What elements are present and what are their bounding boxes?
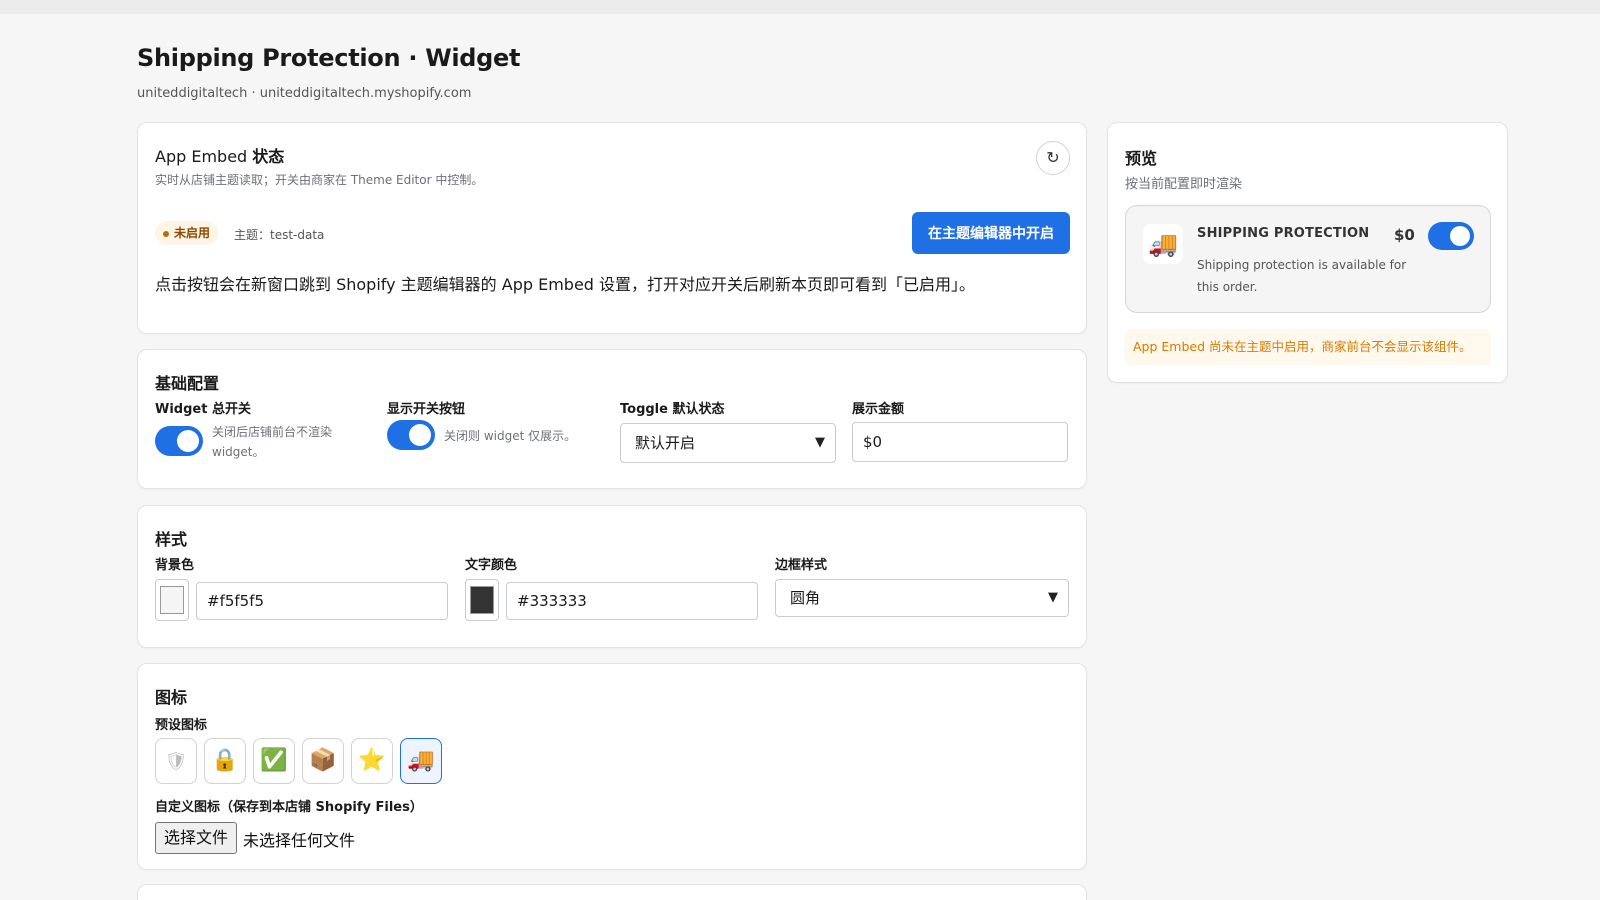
toggle-default-value: 默认开启 [635,434,696,452]
text-color-input[interactable]: #333333 [506,582,758,620]
show-toggle-help: 关闭则 widget 仅展示。 [444,429,577,443]
bg-color-swatch [160,586,184,614]
preset-truck-button[interactable]: 🚚 [400,738,442,784]
refresh-icon: ↻ [1046,148,1060,167]
style-card: 样式 背景色 #f5f5f5 文字颜色 #333333 边框样式 圆角 ▼ [137,505,1087,648]
toggle-knob [1450,226,1470,246]
widget-description: Shipping protection is available for thi… [1197,258,1407,294]
style-title: 样式 [155,530,188,549]
star-icon: ⭐ [358,748,386,773]
choose-file-button[interactable]: 选择文件 [155,822,238,854]
text-color-value: #333333 [517,592,587,610]
next-card [137,884,1087,900]
amount-value: $0 [863,433,883,451]
show-toggle-label: 显示开关按钮 [387,402,466,417]
theme-label: 主题：test-data [234,228,325,242]
widget-switch-toggle[interactable] [155,426,203,456]
check-icon: ✅ [260,748,288,773]
show-toggle-switch[interactable] [387,420,435,450]
border-style-select[interactable]: 圆角 ▼ [775,579,1069,617]
bg-color-label: 背景色 [155,558,195,573]
text-color-picker[interactable] [465,579,499,621]
bg-color-picker[interactable] [155,579,189,621]
toggle-knob [177,430,199,452]
text-color-swatch [470,586,494,614]
preset-star-button[interactable]: ⭐ [351,738,393,784]
toggle-default-select[interactable]: 默认开启 ▼ [620,423,836,463]
preview-subtitle: 按当前配置即时渲染 [1125,177,1243,192]
preset-lock-button[interactable]: 🔒 [204,738,246,784]
shop-domain: uniteddigitaltech · uniteddigitaltech.my… [137,86,472,101]
shield-icon: 🛡 [164,751,188,772]
chevron-down-icon: ▼ [815,435,825,450]
status-badge: 未启用 [155,221,219,245]
preset-check-button[interactable]: ✅ [253,738,295,784]
chevron-down-icon: ▼ [1048,590,1058,605]
app-embed-title-suffix: 状态 [252,147,285,166]
app-embed-description: 实时从店铺主题读取；开关由商家在 Theme Editor 中控制。 [155,173,484,187]
custom-icon-label: 自定义图标（保存到本店铺 Shopify Files） [155,800,423,815]
status-badge-label: 未启用 [174,226,211,240]
app-embed-title-prefix: App Embed [155,147,253,166]
icon-card: 图标 预设图标 🛡 🔒 ✅ 📦 ⭐ 🚚 自定义图标（保存到本店铺 Shopify… [137,663,1087,870]
preset-icons-label: 预设图标 [155,718,208,733]
border-style-label: 边框样式 [775,558,828,573]
lock-icon: 🔒 [211,748,239,773]
icon-title: 图标 [155,688,188,707]
widget-preview-toggle[interactable] [1428,222,1474,250]
text-color-label: 文字颜色 [465,558,518,573]
amount-input[interactable]: $0 [852,422,1068,462]
app-embed-title: App Embed 状态 [155,143,284,167]
status-dot-icon [163,230,169,237]
refresh-button[interactable]: ↻ [1036,141,1070,175]
toggle-default-label: Toggle 默认状态 [620,402,725,417]
app-embed-note: 点击按钮会在新窗口跳到 Shopify 主题编辑器的 App Embed 设置，… [155,275,976,294]
toggle-knob [409,424,431,446]
amount-label: 展示金额 [852,402,905,417]
app-embed-card: App Embed 状态 实时从店铺主题读取；开关由商家在 Theme Edit… [137,122,1087,334]
open-theme-editor-button[interactable]: 在主题编辑器中开启 [912,212,1070,254]
basic-config-title: 基础配置 [155,374,220,393]
basic-config-card: 基础配置 Widget 总开关 关闭后店铺前台不渲染 widget。 显示开关按… [137,349,1087,489]
package-icon: 📦 [309,748,337,773]
page-title: Shipping Protection · Widget [137,44,521,72]
truck-icon: 🚚 [1143,224,1183,264]
widget-preview: 🚚 SHIPPING PROTECTION $0 Shipping protec… [1125,205,1491,313]
preset-package-button[interactable]: 📦 [302,738,344,784]
border-style-value: 圆角 [790,589,821,607]
truck-icon: 🚚 [407,748,435,773]
widget-price: $0 [1394,226,1415,244]
preset-shield-button[interactable]: 🛡 [155,738,197,784]
bg-color-value: #f5f5f5 [207,592,265,610]
preview-title: 预览 [1125,149,1158,168]
widget-switch-help: 关闭后店铺前台不渲染 widget。 [212,425,333,459]
embed-warning: App Embed 尚未在主题中启用，商家前台不会显示该组件。 [1125,329,1491,365]
widget-switch-label: Widget 总开关 [155,402,251,417]
file-status: 未选择任何文件 [243,831,356,850]
browser-top-strip [0,0,1600,14]
widget-title: SHIPPING PROTECTION [1197,226,1370,241]
bg-color-input[interactable]: #f5f5f5 [196,582,448,620]
preview-card: 预览 按当前配置即时渲染 🚚 SHIPPING PROTECTION $0 Sh… [1107,122,1508,383]
